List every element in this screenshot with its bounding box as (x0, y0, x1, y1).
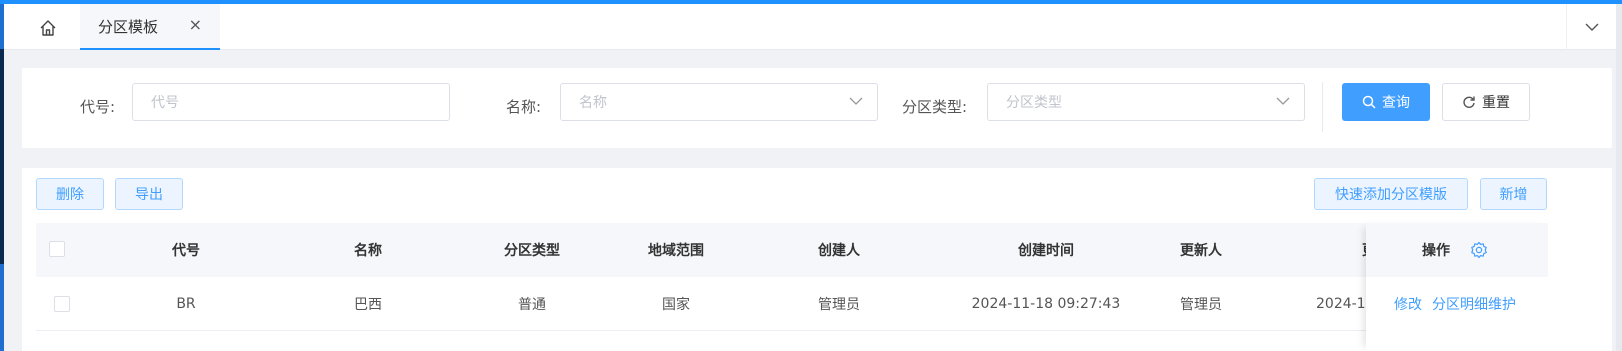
cell-code: BR (176, 296, 196, 312)
code-placeholder: 代号 (151, 95, 179, 111)
name-placeholder: 名称 (579, 95, 607, 111)
tab-label: 分区模板 (98, 17, 159, 36)
name-select[interactable]: 名称 (560, 83, 878, 121)
header-name[interactable]: 名称 (298, 223, 438, 277)
header-operation: 操作 (1422, 243, 1450, 259)
reset-button[interactable]: 重置 (1442, 83, 1530, 121)
home-icon[interactable] (36, 17, 60, 39)
operation-column: 操作 修改 分区明细维护 (1366, 223, 1548, 351)
chevron-down-icon (1585, 23, 1598, 31)
header-creator[interactable]: 创建人 (769, 223, 909, 277)
chevron-down-icon (849, 97, 863, 105)
cell-creator: 管理员 (818, 297, 860, 313)
search-icon (1362, 95, 1376, 109)
sidebar-edge-block (0, 49, 4, 264)
refresh-icon (1463, 96, 1475, 108)
header-partition-type[interactable]: 分区类型 (462, 223, 602, 277)
export-button[interactable]: 导出 (115, 178, 183, 210)
partition-type-select[interactable]: 分区类型 (987, 83, 1305, 121)
partition-type-label: 分区类型: (902, 98, 968, 116)
cell-partition-type: 普通 (518, 297, 546, 313)
tab-dropdown-button[interactable] (1566, 4, 1616, 50)
operation-header: 操作 (1366, 223, 1548, 277)
quick-add-template-button[interactable]: 快速添加分区模版 (1314, 178, 1468, 210)
header-updater[interactable]: 更新人 (1131, 223, 1271, 277)
cell-updater: 管理员 (1180, 297, 1222, 313)
scrollbar-track[interactable] (1616, 4, 1622, 351)
partition-detail-link[interactable]: 分区明细维护 (1432, 294, 1516, 314)
cell-region: 国家 (662, 297, 690, 313)
query-button[interactable]: 查询 (1342, 83, 1430, 121)
chevron-down-icon (1276, 97, 1290, 105)
reset-label: 重置 (1482, 95, 1510, 111)
cell-created-at: 2024-11-18 09:27:43 (971, 296, 1121, 312)
close-icon[interactable]: × (189, 17, 202, 33)
table-panel: 删除 导出 快速添加分区模版 新增 代号 名称 分区类型 地域范围 创建人 创建… (22, 168, 1612, 351)
table-row[interactable]: BR 巴西 普通 国家 管理员 2024-11-18 09:27:43 管理员 … (36, 277, 1546, 331)
filter-panel: 代号: 代号 名称: 名称 分区类型: 分区类型 查询 重置 (22, 68, 1612, 148)
name-label: 名称: (506, 98, 542, 116)
divider (1322, 82, 1323, 132)
tab-partition-template[interactable]: 分区模板 × (80, 4, 220, 50)
code-label: 代号: (80, 98, 116, 116)
row-checkbox[interactable] (54, 296, 70, 312)
select-all-checkbox[interactable] (49, 241, 65, 257)
code-input[interactable]: 代号 (132, 83, 450, 121)
header-code[interactable]: 代号 (116, 223, 256, 277)
left-sidebar-edge (0, 4, 4, 351)
table-header: 代号 名称 分区类型 地域范围 创建人 创建时间 更新人 更 (36, 223, 1546, 277)
query-label: 查询 (1382, 95, 1410, 111)
partition-type-placeholder: 分区类型 (1006, 95, 1062, 111)
tab-bar: 分区模板 × (4, 4, 1616, 50)
cell-name: 巴西 (354, 297, 382, 313)
gear-icon[interactable] (1469, 240, 1489, 260)
add-button[interactable]: 新增 (1480, 178, 1547, 210)
row-actions: 修改 分区明细维护 (1394, 277, 1516, 331)
delete-button[interactable]: 删除 (36, 178, 104, 210)
header-created-at[interactable]: 创建时间 (926, 223, 1166, 277)
header-region[interactable]: 地域范围 (606, 223, 746, 277)
edit-link[interactable]: 修改 (1394, 294, 1422, 314)
